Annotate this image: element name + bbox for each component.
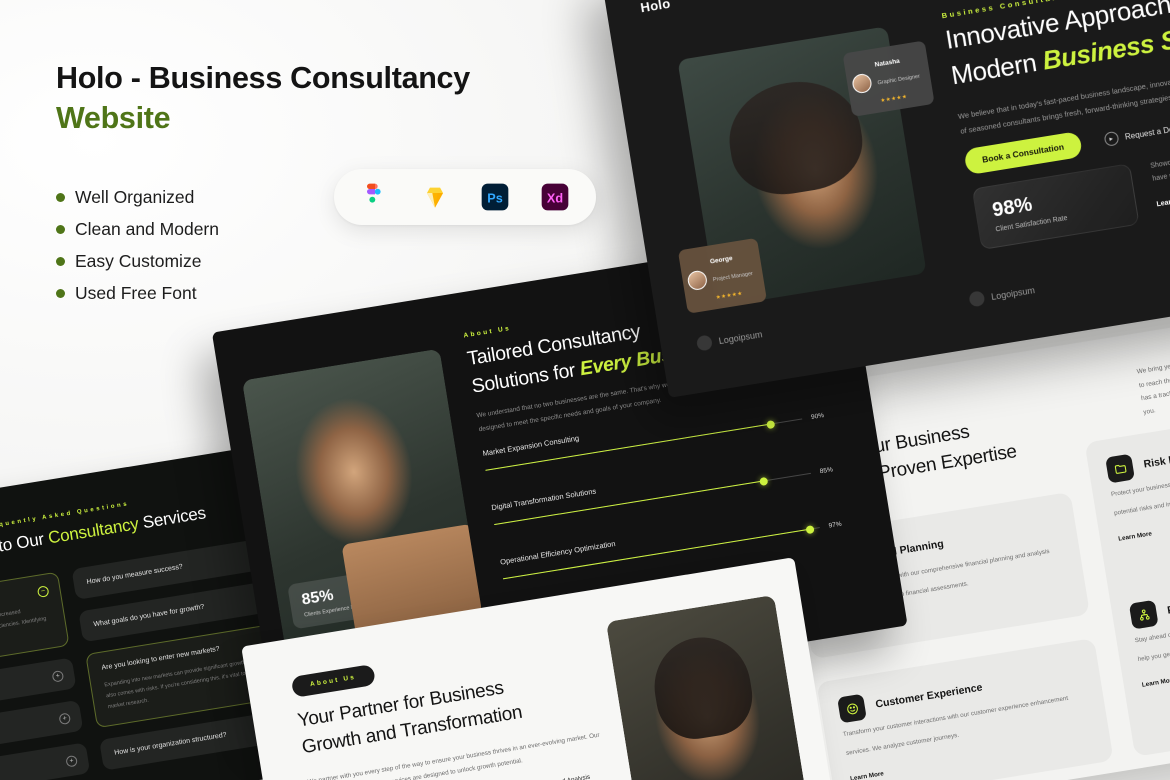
page-title: Holo - Business Consultancy Website: [56, 58, 526, 139]
promo-title-line2: Website: [56, 101, 171, 136]
avatar: [686, 268, 709, 291]
bullet-icon: [56, 256, 65, 266]
skill-value: 97%: [828, 520, 843, 530]
logoipsum-mark-icon: [968, 290, 986, 308]
service-card-customer-experience[interactable]: Customer Experience Transform your custo…: [816, 638, 1114, 780]
clients-stat-card: 85% Clients Experience Business: [287, 569, 393, 630]
chip-role: Graphic Designer: [877, 73, 921, 87]
chip-text: George Project Manager ★★★★★: [708, 244, 756, 304]
faq-heading-a: Your Guide to Our: [0, 529, 46, 569]
request-demo-link[interactable]: ▸ Request a Demo: [1103, 120, 1170, 147]
expand-icon[interactable]: +: [58, 712, 72, 726]
list-item: Used Free Font: [56, 283, 526, 304]
logoipsum-mark-icon: [695, 334, 714, 352]
play-arrow-icon: ▸: [1103, 130, 1120, 147]
feature-label: Used Free Font: [75, 282, 197, 303]
brand-label: Logoipsum: [990, 284, 1036, 302]
figma-icon: [367, 183, 381, 203]
bullet-icon: [56, 192, 65, 202]
expand-icon[interactable]: +: [65, 754, 78, 768]
feature-label: Well Organized: [75, 186, 195, 207]
photoshop-icon: Ps: [481, 183, 509, 211]
stat-value: 85%: [300, 586, 335, 609]
skill-value: 85%: [819, 466, 834, 476]
app-compatibility-pill: Ps Xd: [334, 169, 596, 225]
rating-stars-icon: ★★★★★: [880, 93, 908, 105]
feature-label: Easy Customize: [75, 250, 202, 271]
faq-item[interactable]: + What role does innovation play?: [0, 742, 91, 780]
service-paragraph: We bring years of proven expertise to th…: [1136, 335, 1170, 416]
faq-heading-b: Services: [136, 503, 208, 533]
card-title: Product Development: [1166, 588, 1170, 617]
card-title: Risk Management: [1142, 444, 1170, 471]
hero-heading-line2: Modern: [948, 45, 1046, 91]
faq-answer: Many businesses encounter a range of cha…: [0, 608, 47, 653]
chip-role: Project Manager: [712, 270, 754, 284]
slider-knob[interactable]: [765, 419, 776, 429]
satisfaction-stat-card: 98% Client Satisfaction Rate: [971, 163, 1140, 251]
adobe-xd-icon: Xd: [541, 183, 569, 211]
chip-text: Natasha Graphic Designer ★★★★★: [873, 47, 924, 107]
skill-value: 90%: [810, 411, 825, 421]
faq-question: What role does innovation play?: [0, 756, 76, 780]
about-photo: 85% Clients Experience Business: [241, 348, 483, 648]
hierarchy-icon: [1128, 599, 1159, 630]
sketch-icon: [427, 187, 443, 208]
smiley-icon: [837, 693, 867, 724]
bullet-icon: [56, 288, 65, 298]
brand-label: Logoipsum: [717, 328, 764, 346]
chip-name: George: [709, 254, 734, 266]
card-title: Customer Experience: [874, 681, 984, 711]
bullet-icon: [56, 224, 65, 234]
book-consultation-button[interactable]: Book a Consultation: [963, 130, 1083, 176]
presentation-canvas: Holo - Business Consultancy Website Well…: [0, 0, 1170, 780]
partner-photo: [605, 594, 814, 780]
svg-text:Xd: Xd: [547, 192, 563, 206]
rating-stars-icon: ★★★★★: [715, 290, 744, 302]
hero-mockup: Holo Our Solutions See Pricing Meet the …: [600, 0, 1170, 398]
slider-knob[interactable]: [758, 476, 769, 486]
brand-logoipsum-2: Logoipsum: [968, 282, 1036, 308]
expand-icon[interactable]: +: [51, 670, 65, 683]
svg-text:Ps: Ps: [487, 192, 502, 206]
testimonial-chip-natasha: Natasha Graphic Designer ★★★★★: [842, 40, 935, 117]
request-demo-label: Request a Demo: [1124, 122, 1170, 142]
feature-label: Clean and Modern: [75, 218, 219, 239]
brand-logoipsum-1: Logoipsum: [695, 326, 764, 352]
brand-logo: Holo: [639, 0, 672, 15]
promo-title-line1: Holo - Business Consultancy: [56, 61, 470, 95]
feature-label: Financial Planning and Analysis: [502, 773, 591, 780]
testimonial-chip-george: George Project Manager ★★★★★: [677, 237, 768, 314]
collapse-icon[interactable]: −: [36, 585, 50, 598]
shield-folder-icon: [1105, 453, 1135, 484]
list-item: Easy Customize: [56, 251, 526, 272]
about-eyebrow: About Us: [463, 324, 512, 340]
avatar: [851, 72, 873, 94]
faq-heading-emphasis: Consultancy: [46, 514, 140, 548]
slider-knob[interactable]: [805, 524, 815, 534]
partner-badge: About Us: [290, 664, 376, 698]
chip-name: Natasha: [874, 57, 901, 69]
card-learn-more[interactable]: Learn More: [1142, 643, 1170, 689]
